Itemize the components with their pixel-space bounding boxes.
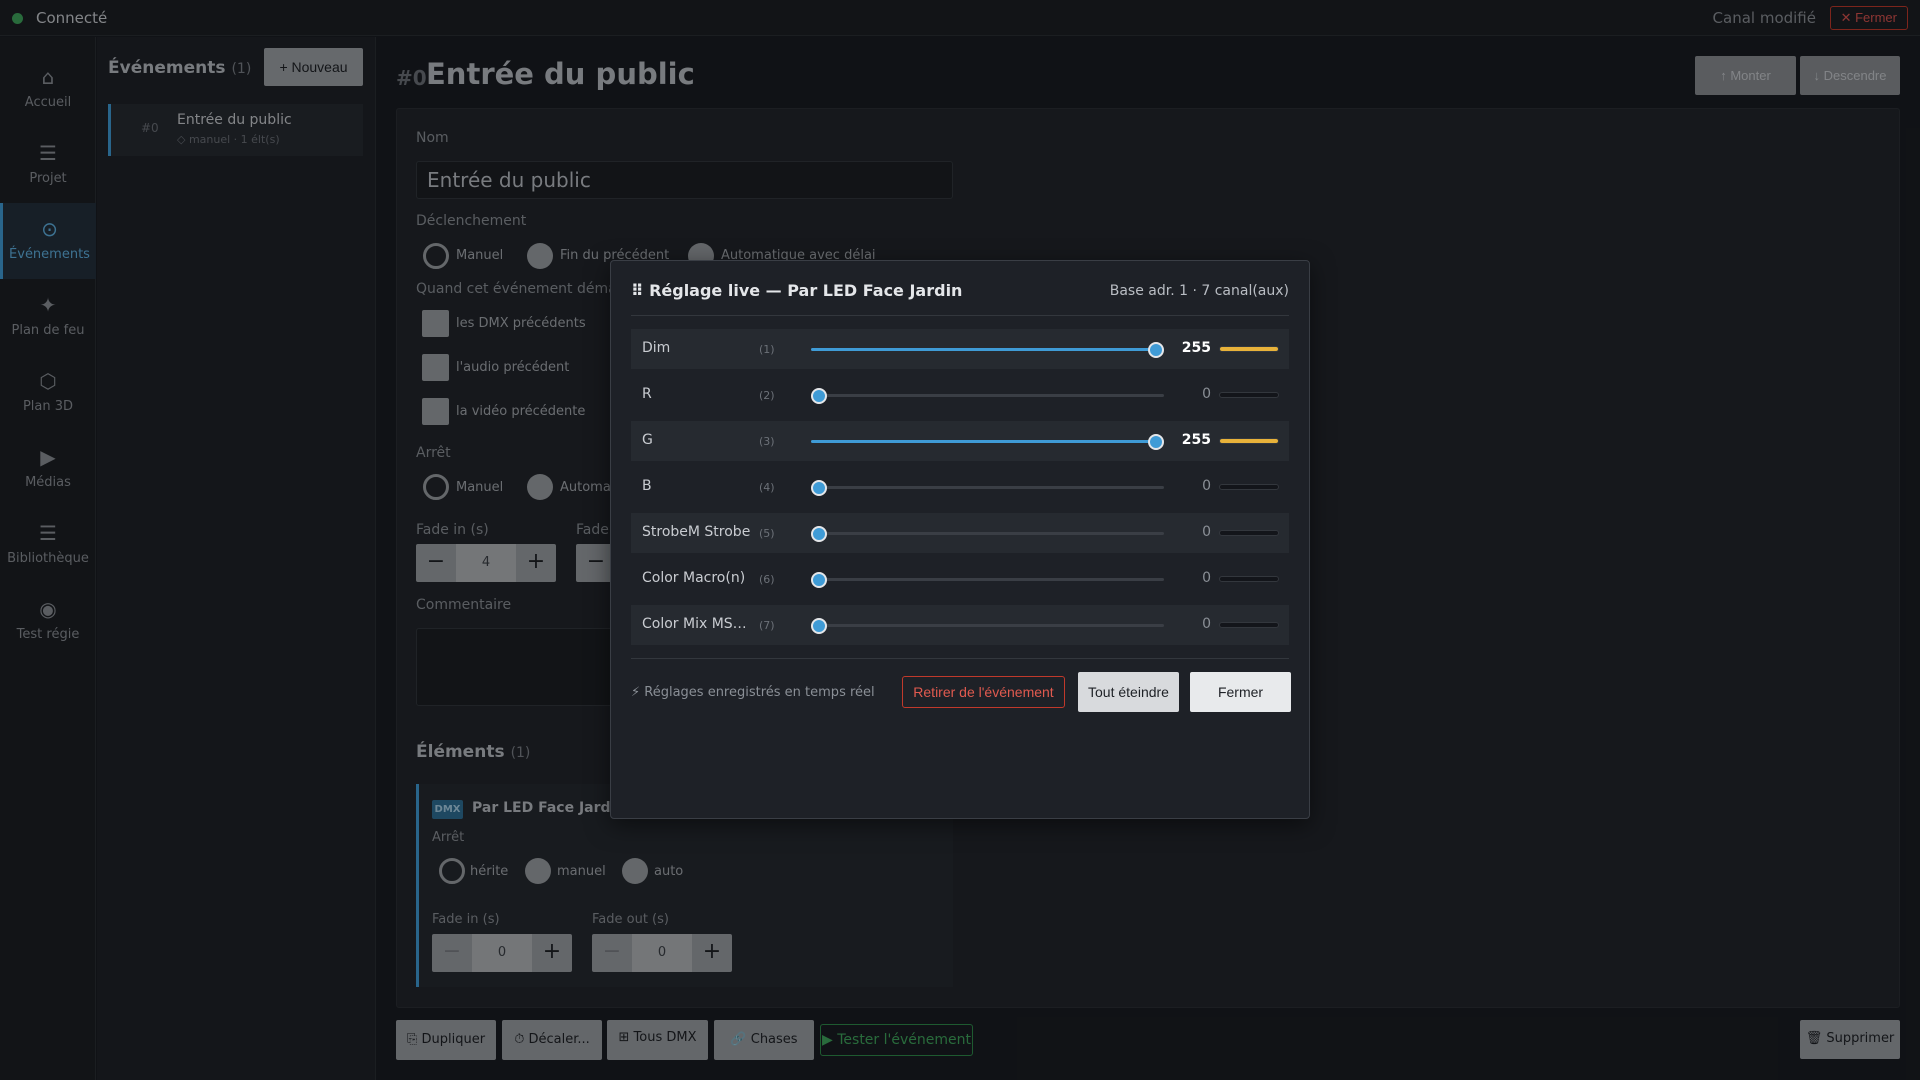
divider (631, 315, 1289, 316)
channel-slider-handle[interactable] (811, 388, 827, 404)
dialog-title: ⠿ Réglage live — Par LED Face Jardin (631, 281, 963, 300)
channel-slider[interactable] (811, 388, 1164, 404)
channel-level-meter (1219, 392, 1279, 398)
channel-level-meter (1219, 622, 1279, 628)
channel-slider[interactable] (811, 434, 1164, 450)
channel-row: R (2) 0 (631, 375, 1289, 415)
channel-level-meter (1219, 484, 1279, 490)
channel-slider-handle[interactable] (1148, 342, 1164, 358)
remove-from-event-button[interactable]: Retirer de l'événement (902, 676, 1065, 708)
channel-slider-fill (811, 440, 1156, 443)
realtime-save-note: ⚡ Réglages enregistrés en temps réel (631, 685, 875, 700)
channel-index: (3) (759, 435, 775, 448)
channel-slider[interactable] (811, 572, 1164, 588)
channel-value: 0 (1202, 386, 1211, 402)
channel-index: (6) (759, 573, 775, 586)
live-adjust-dialog: ⠿ Réglage live — Par LED Face Jardin Bas… (610, 260, 1310, 819)
channel-value: 0 (1202, 524, 1211, 540)
channel-slider-handle[interactable] (811, 480, 827, 496)
channel-row: StrobeM Strobe (5) 0 (631, 513, 1289, 553)
channel-name: Color Mix MSp... (642, 616, 754, 632)
channel-level-meter (1219, 438, 1279, 444)
channel-row: B (4) 0 (631, 467, 1289, 507)
channel-slider-handle[interactable] (811, 526, 827, 542)
channel-name: B (642, 478, 652, 494)
channel-name: StrobeM Strobe (642, 524, 751, 540)
channel-level-meter (1219, 346, 1279, 352)
channel-name: Dim (642, 340, 671, 356)
channel-slider[interactable] (811, 618, 1164, 634)
channel-value: 0 (1202, 478, 1211, 494)
channel-index: (5) (759, 527, 775, 540)
channel-name: G (642, 432, 653, 448)
channel-value: 255 (1181, 432, 1211, 448)
channel-index: (7) (759, 619, 775, 632)
channel-name: Color Macro(n) (642, 570, 746, 586)
channel-row: Dim (1) 255 (631, 329, 1289, 369)
channel-slider-handle[interactable] (811, 618, 827, 634)
channel-level-meter (1219, 530, 1279, 536)
channel-value: 0 (1202, 570, 1211, 586)
channel-row: Color Macro(n) (6) 0 (631, 559, 1289, 599)
channel-value: 255 (1181, 340, 1211, 356)
all-off-button[interactable]: Tout éteindre (1078, 672, 1179, 712)
channel-row: G (3) 255 (631, 421, 1289, 461)
channel-level-fill (1220, 439, 1278, 443)
channel-index: (1) (759, 343, 775, 356)
channel-slider-handle[interactable] (1148, 434, 1164, 450)
channel-slider[interactable] (811, 342, 1164, 358)
channel-name: R (642, 386, 652, 402)
close-dialog-button[interactable]: Fermer (1190, 672, 1291, 712)
channel-value: 0 (1202, 616, 1211, 632)
channel-slider[interactable] (811, 480, 1164, 496)
channel-slider[interactable] (811, 526, 1164, 542)
channel-row: Color Mix MSp... (7) 0 (631, 605, 1289, 645)
channel-level-meter (1219, 576, 1279, 582)
channel-slider-handle[interactable] (811, 572, 827, 588)
channel-slider-fill (811, 348, 1156, 351)
base-address: Base adr. 1 · 7 canal(aux) (1109, 283, 1289, 299)
channel-index: (4) (759, 481, 775, 494)
channel-level-fill (1220, 347, 1278, 351)
channel-index: (2) (759, 389, 775, 402)
divider (631, 658, 1289, 659)
